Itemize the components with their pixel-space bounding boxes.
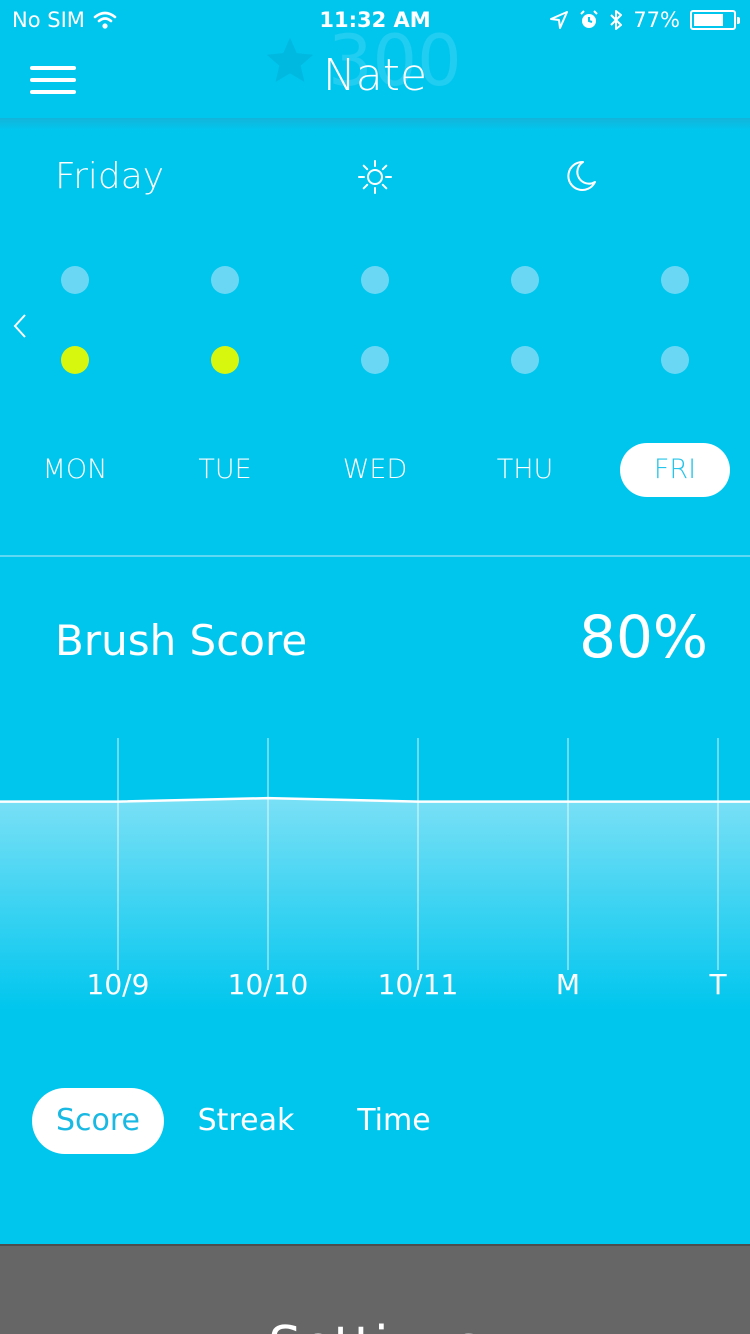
morning-dot-tue: [211, 266, 239, 294]
tick-label: 10/11: [377, 968, 459, 1001]
battery-level: [694, 14, 724, 26]
tab-score[interactable]: Score: [32, 1088, 164, 1154]
day-tab-wed[interactable]: WED: [320, 443, 430, 497]
app-header: 300 Nate: [0, 20, 750, 118]
tick-label: T: [709, 968, 727, 1001]
evening-dot-fri: [661, 346, 689, 374]
score-value: 80%: [579, 603, 708, 671]
day-tab-mon[interactable]: MON: [20, 443, 130, 497]
day-tab-tue[interactable]: TUE: [170, 443, 280, 497]
morning-dot-fri: [661, 266, 689, 294]
day-tab-fri[interactable]: FRI: [620, 443, 730, 497]
tab-streak[interactable]: Streak: [182, 1088, 310, 1154]
morning-dot-wed: [361, 266, 389, 294]
status-right: 77%: [549, 8, 740, 32]
evening-dot-tue: [211, 346, 239, 374]
settings-label: Settings: [0, 1316, 750, 1334]
tick-label: 10/9: [86, 968, 150, 1001]
settings-drawer[interactable]: Settings: [0, 1244, 750, 1334]
morning-dot-thu: [511, 266, 539, 294]
day-tab-thu[interactable]: THU: [470, 443, 580, 497]
score-title: Brush Score: [55, 616, 308, 665]
evening-dot-wed: [361, 346, 389, 374]
previous-week-button[interactable]: [12, 308, 28, 348]
bluetooth-icon: [610, 10, 623, 30]
evening-dot-thu: [511, 346, 539, 374]
tick-label: M: [555, 968, 581, 1001]
location-arrow-icon: [550, 11, 569, 29]
page-title: Nate: [322, 50, 428, 101]
chevron-left-icon: [13, 314, 26, 338]
score-chart: 10/9 10/10 10/11 M T: [0, 730, 750, 1010]
panel-divider: [0, 555, 750, 557]
alarm-icon: [580, 10, 599, 28]
score-line: [0, 796, 750, 803]
tick-label: 10/10: [227, 968, 309, 1001]
moon-icon: [567, 160, 596, 191]
morning-dot-mon: [61, 266, 89, 294]
battery-percentage: 77%: [633, 8, 680, 32]
tab-time[interactable]: Time: [332, 1088, 456, 1154]
battery-tip: [737, 17, 740, 24]
selected-day-name: Friday: [55, 156, 165, 197]
evening-dot-mon: [61, 346, 89, 374]
battery-icon: [690, 10, 740, 30]
header-divider: [0, 118, 750, 130]
day-panel: Friday MON TUE WED THU FRI: [0, 130, 750, 555]
sun-icon: [358, 160, 392, 194]
